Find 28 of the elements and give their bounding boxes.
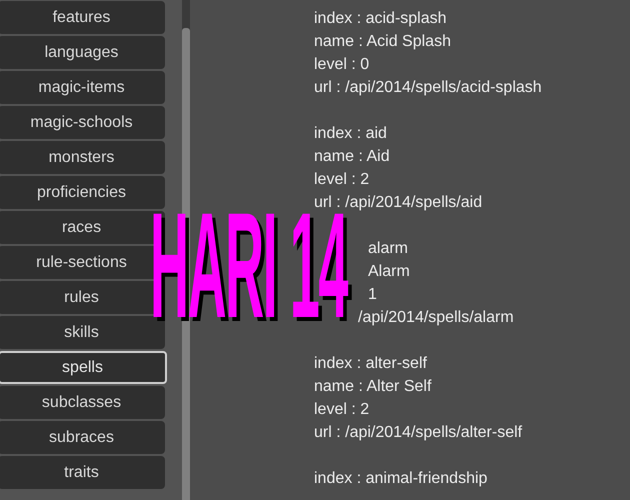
result-line: 1	[368, 284, 377, 304]
sidebar-item[interactable]: proficiencies	[0, 176, 165, 209]
sidebar-item[interactable]: subraces	[0, 421, 165, 454]
result-line: index : aid	[314, 124, 387, 144]
result-line: Alarm	[368, 262, 410, 282]
result-line: level : 2	[314, 170, 370, 190]
sidebar-item[interactable]: traits	[0, 456, 165, 489]
sidebar-item[interactable]: subclasses	[0, 386, 165, 419]
sidebar-item[interactable]: magic-items	[0, 71, 165, 104]
result-line: name : Acid Splash	[314, 32, 451, 52]
sidebar-item[interactable]: skills	[0, 316, 165, 349]
result-line: /api/2014/spells/alarm	[358, 308, 514, 328]
result-line: index : acid-splash	[314, 8, 447, 28]
result-line: name : Aid	[314, 146, 390, 166]
result-line: index : animal-friendship	[314, 468, 488, 488]
sidebar-item[interactable]: magic-schools	[0, 106, 165, 139]
result-line: level : 0	[314, 54, 370, 74]
sidebar-item[interactable]: languages	[0, 36, 165, 69]
result-line: index : alter-self	[314, 354, 427, 374]
sidebar-item[interactable]: features	[0, 1, 165, 34]
result-line: url : /api/2014/spells/acid-splash	[314, 78, 542, 98]
result-line: url : /api/2014/spells/alter-self	[314, 422, 522, 442]
sidebar-item[interactable]: spells	[0, 351, 167, 384]
result-line: url : /api/2014/spells/aid	[314, 192, 482, 212]
result-line: name : Alter Self	[314, 376, 432, 396]
result-line: alarm	[368, 238, 408, 258]
result-line: level : 2	[314, 400, 370, 420]
sidebar-item[interactable]: monsters	[0, 141, 165, 174]
